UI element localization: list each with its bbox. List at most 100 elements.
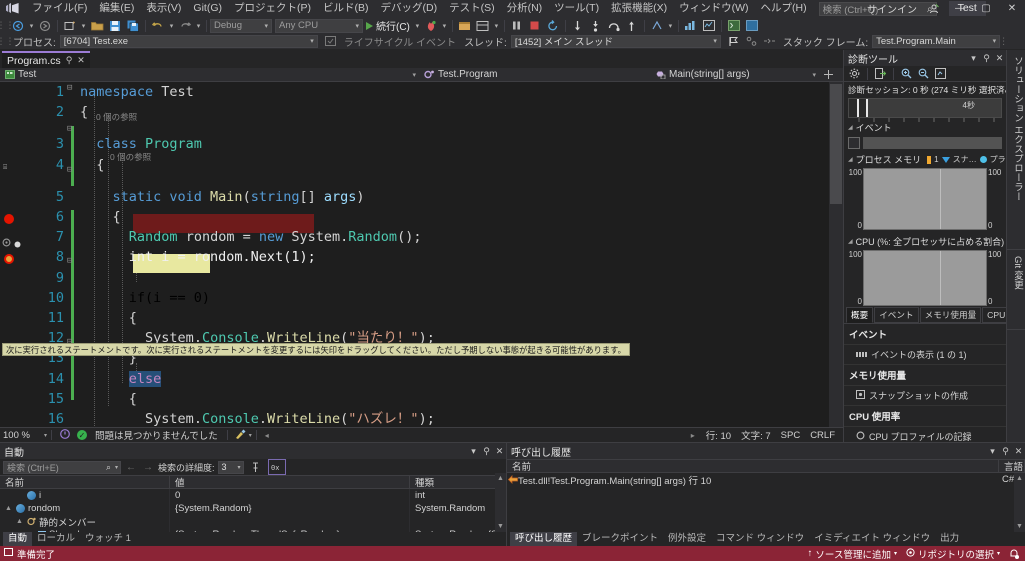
tab-output[interactable]: 出力 xyxy=(935,532,964,546)
autos-search-input[interactable]: 検索 (Ctrl+E) ⌕ ▾ xyxy=(3,460,121,474)
code-line[interactable]: 2{ xyxy=(0,102,843,122)
call-stack-row[interactable]: Test.dll!Test.Program.Main(string[] args… xyxy=(507,473,1025,487)
code-line[interactable]: 8 int i = rondom.Next(1); xyxy=(0,247,843,267)
more-toolbar-icon[interactable] xyxy=(743,18,761,34)
maximize-button[interactable]: ▢ xyxy=(973,0,999,17)
save-all-icon[interactable] xyxy=(124,18,142,34)
panel-close-icon[interactable]: ✕ xyxy=(1012,444,1025,458)
code-line[interactable]: 7 Random rondom = new System.Random(); xyxy=(0,227,843,247)
tab-command-window[interactable]: コマンド ウィンドウ xyxy=(711,532,809,546)
code-editor-surface[interactable]: ⌸ ⊟ ⊟ ⊟ ⊟ ⊟ 0 個の参照 0 個の参照 1 namespace Tes… xyxy=(0,82,843,427)
scroll-up-icon[interactable]: ▲ xyxy=(495,473,506,484)
close-tab-icon[interactable]: ✕ xyxy=(77,55,85,66)
lifecycle-events-icon[interactable] xyxy=(322,33,340,49)
code-line[interactable]: 15 { xyxy=(0,389,843,409)
new-project-icon[interactable] xyxy=(61,18,79,34)
vertical-tab-solution-explorer[interactable]: ソリューション エクスプローラー xyxy=(1007,50,1025,250)
add-to-source-control-button[interactable]: ↑ ソース管理に追加 ▾ xyxy=(808,547,897,561)
toolbar-overflow-handle[interactable]: ⋮ xyxy=(999,34,1008,48)
collapse-arrow-icon[interactable]: ▲ xyxy=(5,505,13,512)
panel-close-icon[interactable]: ✕ xyxy=(493,444,506,458)
step-into-icon[interactable] xyxy=(587,18,605,34)
diagnostic-settings-icon[interactable] xyxy=(847,67,862,81)
call-stack-column-name[interactable]: 名前 xyxy=(507,460,999,473)
zoom-in-icon[interactable] xyxy=(899,67,914,81)
menu-build[interactable]: ビルド(B) xyxy=(317,0,375,17)
flag-threads-icon[interactable] xyxy=(725,33,743,49)
frames-toggle-icon[interactable] xyxy=(761,33,779,49)
menu-analyze[interactable]: 分析(N) xyxy=(501,0,549,17)
immediate-window-icon[interactable] xyxy=(725,18,743,34)
tab-memory-usage[interactable]: メモリ使用量 xyxy=(919,307,982,323)
back-navigate-icon[interactable] xyxy=(9,18,27,34)
breadcrumb-class[interactable]: Test.Program xyxy=(420,68,565,82)
split-editor-icon[interactable] xyxy=(820,68,842,82)
autos-row[interactable]: ▲ 静的メンバー xyxy=(0,515,506,528)
thread-marker-icon[interactable] xyxy=(648,18,666,34)
panel-pin-icon[interactable]: ⚲ xyxy=(980,51,993,65)
tab-autos[interactable]: 自動 xyxy=(3,532,33,546)
editor-scrollbar-thumb[interactable] xyxy=(830,84,842,204)
performance-profiler-icon[interactable] xyxy=(682,18,700,34)
tab-summary[interactable]: 概要 xyxy=(846,307,874,323)
undo-caret-icon[interactable]: ▾ xyxy=(167,18,176,34)
layout-caret-icon[interactable]: ▾ xyxy=(492,18,501,34)
panel-pin-icon[interactable]: ⚲ xyxy=(999,444,1012,458)
restart-debugging-icon[interactable] xyxy=(544,18,562,34)
new-project-caret-icon[interactable]: ▾ xyxy=(79,18,88,34)
toolbar-grip-handle[interactable]: ⋮⋮ xyxy=(0,34,15,48)
cpu-usage-graph[interactable]: 100 0 100 0 xyxy=(848,250,1002,306)
close-button[interactable]: ✕ xyxy=(999,0,1025,17)
search-depth-select[interactable]: 3 ▾ xyxy=(217,460,244,474)
code-line[interactable]: 9 xyxy=(0,268,843,288)
breadcrumb-project[interactable]: Test ▾ xyxy=(0,68,420,82)
scroll-down-icon[interactable]: ▼ xyxy=(495,521,506,532)
continue-caret-icon[interactable]: ▾ xyxy=(413,18,422,34)
breadcrumb-member[interactable]: Main(string[] args) ▾ xyxy=(565,68,820,82)
autos-row[interactable]: i 0 int xyxy=(0,489,506,502)
code-line[interactable]: 10 if(i == 0) xyxy=(0,288,843,308)
line-ending-indicator[interactable]: CRLF xyxy=(805,430,843,441)
notifications-button[interactable] xyxy=(1009,549,1019,559)
tab-watch-1[interactable]: ウォッチ 1 xyxy=(80,532,136,546)
step-into-specific-icon[interactable] xyxy=(456,18,474,34)
format-document-icon[interactable] xyxy=(232,429,249,442)
undo-icon[interactable] xyxy=(149,18,167,34)
stackframe-select[interactable]: Test.Program.Main ▾ xyxy=(872,34,1001,48)
autos-variable-value[interactable]: {System.Random} xyxy=(170,502,410,515)
menu-extensions[interactable]: 拡張機能(X) xyxy=(605,0,673,17)
select-repository-button[interactable]: リポジトリの選択 ▾ xyxy=(906,547,1000,561)
process-select[interactable]: [6704] Test.exe ▾ xyxy=(59,34,318,48)
autos-row[interactable]: ▲ rondom {System.Random} System.Random xyxy=(0,502,506,515)
menu-window[interactable]: ウィンドウ(W) xyxy=(673,0,754,17)
menu-project[interactable]: プロジェクト(P) xyxy=(228,0,317,17)
summary-events-row[interactable]: イベントの表示 (1 の 1) xyxy=(844,345,1006,365)
tab-events[interactable]: イベント xyxy=(874,307,919,323)
diagnostic-cpu-section-header[interactable]: ◢ CPU (%: 全プロセッサに占める割合) xyxy=(844,232,1006,249)
solution-platform-select[interactable]: Any CPU ▾ xyxy=(275,18,363,33)
code-line[interactable]: 1 namespace Test xyxy=(0,82,843,102)
search-next-icon[interactable]: → xyxy=(141,462,155,473)
vertical-tab-git-changes[interactable]: Git 変更 xyxy=(1007,250,1025,330)
editor-zoom-level[interactable]: 100 % xyxy=(0,430,44,441)
save-icon[interactable] xyxy=(106,18,124,34)
events-track[interactable] xyxy=(863,136,1002,149)
tab-exception-settings[interactable]: 例外設定 xyxy=(663,532,711,546)
break-all-icon[interactable] xyxy=(508,18,526,34)
code-line[interactable]: 4 { xyxy=(0,155,843,175)
menu-tools[interactable]: ツール(T) xyxy=(548,0,605,17)
panel-menu-caret-icon[interactable]: ▾ xyxy=(986,444,999,458)
show-threads-icon[interactable] xyxy=(743,33,761,49)
continue-button[interactable]: 続行(C) xyxy=(363,18,413,34)
scroll-down-icon[interactable]: ▼ xyxy=(1014,521,1025,532)
pin-variable-icon[interactable] xyxy=(247,459,265,475)
autos-variable-value[interactable]: 0 xyxy=(170,489,410,502)
call-stack-column-language[interactable]: 言語 xyxy=(999,460,1025,473)
summary-memory-row[interactable]: スナップショットの作成 xyxy=(844,386,1006,406)
tab-immediate-window[interactable]: イミディエイト ウィンドウ xyxy=(809,532,935,546)
panel-pin-icon[interactable]: ⚲ xyxy=(480,444,493,458)
code-line[interactable]: 5 static void Main(string[] args) xyxy=(0,187,843,207)
fold-glyph-line3[interactable]: ⊟ xyxy=(67,124,72,134)
solution-configuration-select[interactable]: Debug ▾ xyxy=(210,18,272,33)
code-line[interactable]: 6 { xyxy=(0,207,843,227)
